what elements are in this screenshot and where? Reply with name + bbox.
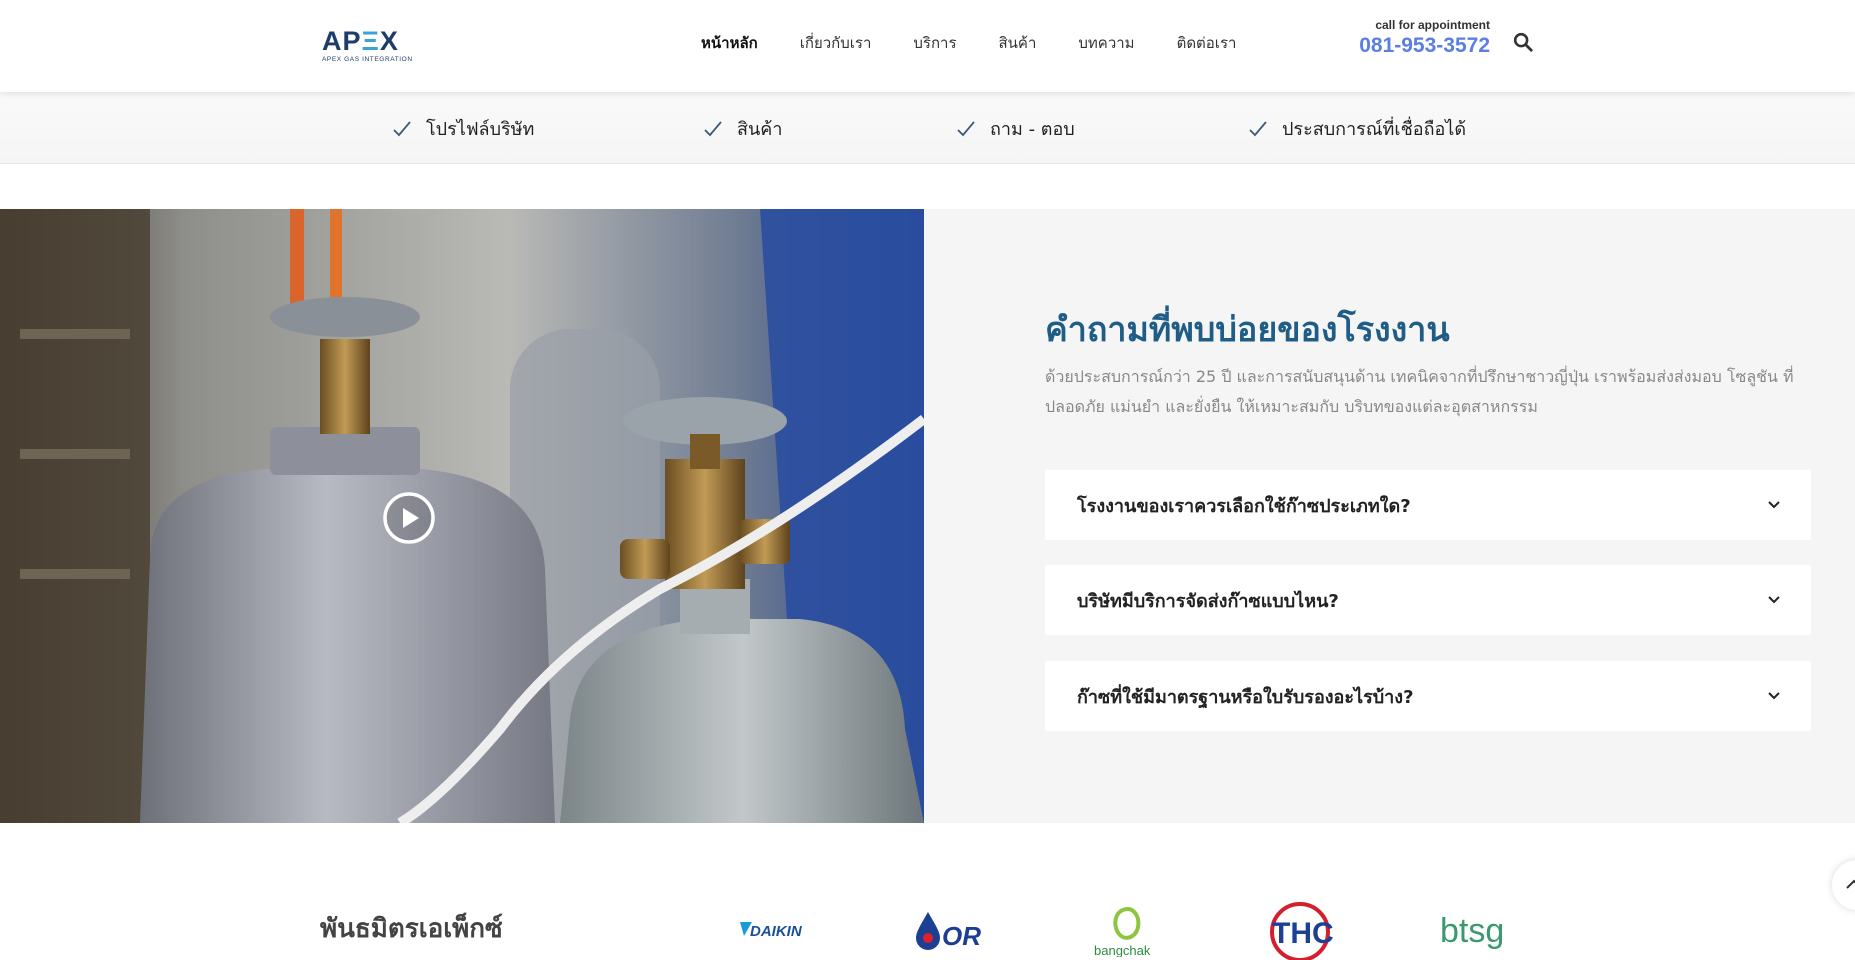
apex-logo[interactable]: APΞX APEX GAS INTEGRATION (322, 26, 422, 64)
partner-logo-text: DAIKIN (750, 923, 803, 940)
nav-item-products[interactable]: สินค้า (978, 30, 1058, 56)
chevron-down-icon (1768, 692, 1780, 700)
quick-link-label: สินค้า (737, 119, 783, 140)
partner-logo-text: btsg (1440, 912, 1504, 950)
partner-logo-or: OR (912, 900, 992, 960)
quick-link-experience[interactable]: ประสบการณ์ที่เชื่อถือได้ (1248, 114, 1466, 143)
appointment-label: call for appointment (1375, 18, 1490, 32)
faq-section: คำถามที่พบบ่อยของโรงงาน ด้วยประสบการณ์กว… (924, 209, 1855, 823)
nav-item-contact[interactable]: ติดต่อเรา (1156, 30, 1258, 56)
nav-item-articles[interactable]: บทความ (1057, 30, 1155, 56)
faq-question: โรงงานของเราควรเลือกใช้ก๊าซประเภทใด? (1077, 495, 1411, 517)
faq-item-delivery[interactable]: บริษัทมีบริการจัดส่งก๊าซแบบไหน? (1045, 565, 1811, 635)
appointment-block: call for appointment 081-953-3572 (1330, 18, 1490, 58)
partner-logo-btsg: btsg (1436, 900, 1520, 960)
quick-link-company-profile[interactable]: โปรไฟล์บริษัท (392, 114, 534, 143)
logo-subtitle: APEX GAS INTEGRATION (322, 56, 413, 63)
partner-logo-bangchak: bangchak (1090, 900, 1166, 960)
nav-item-services[interactable]: บริการ (892, 30, 977, 56)
search-icon[interactable] (1512, 31, 1538, 57)
play-icon[interactable] (382, 491, 436, 545)
partners-title: พันธมิตรเอเพ็กซ์ (320, 914, 503, 944)
check-icon (1249, 120, 1267, 136)
faq-description: ด้วยประสบการณ์กว่า 25 ปี และการสนับสนุนด… (1045, 367, 1794, 416)
quick-link-label: ประสบการณ์ที่เชื่อถือได้ (1282, 119, 1467, 140)
partner-logo-text: THC (1272, 917, 1334, 950)
check-icon (957, 120, 975, 136)
logo-wordmark: APΞX (322, 26, 399, 56)
video-thumbnail[interactable] (0, 209, 924, 823)
faq-item-certification[interactable]: ก๊าซที่ใช้มีมาตรฐานหรือใบรับรองอะไรบ้าง? (1045, 661, 1811, 731)
check-icon (393, 120, 411, 136)
chevron-up-icon (1846, 879, 1855, 889)
faq-title: คำถามที่พบบ่อยของโรงงาน (1045, 310, 1450, 350)
partner-logo-text: OR (942, 921, 981, 951)
quick-link-products[interactable]: สินค้า (703, 114, 782, 143)
partner-logo-thc: THC (1262, 900, 1338, 960)
quick-link-faq[interactable]: ถาม - ตอบ (956, 114, 1075, 143)
nav-item-home[interactable]: หน้าหลัก (680, 30, 779, 56)
check-icon (704, 120, 722, 136)
partner-logo-daikin: DAIKIN (738, 900, 820, 960)
gas-cylinders-photo (0, 209, 924, 823)
partner-logo-text: bangchak (1094, 943, 1151, 957)
quick-links-bar: โปรไฟล์บริษัท สินค้า ถาม - ตอบ ประสบการณ… (0, 92, 1855, 164)
scroll-to-top-button[interactable] (1832, 860, 1855, 910)
faq-question: บริษัทมีบริการจัดส่งก๊าซแบบไหน? (1077, 590, 1339, 612)
phone-number-link[interactable]: 081-953-3572 (1330, 34, 1490, 58)
quick-link-label: ถาม - ตอบ (990, 119, 1075, 140)
faq-question: ก๊าซที่ใช้มีมาตรฐานหรือใบรับรองอะไรบ้าง? (1077, 686, 1414, 708)
quick-link-label: โปรไฟล์บริษัท (426, 119, 535, 140)
faq-item-gas-type[interactable]: โรงงานของเราควรเลือกใช้ก๊าซประเภทใด? (1045, 470, 1811, 540)
chevron-down-icon (1768, 501, 1780, 509)
main-nav: หน้าหลัก เกี่ยวกับเรา บริการ สินค้า บทคว… (680, 30, 1257, 56)
chevron-down-icon (1768, 596, 1780, 604)
nav-item-about[interactable]: เกี่ยวกับเรา (779, 30, 893, 56)
site-header: APΞX APEX GAS INTEGRATION หน้าหลัก เกี่ย… (0, 0, 1855, 92)
